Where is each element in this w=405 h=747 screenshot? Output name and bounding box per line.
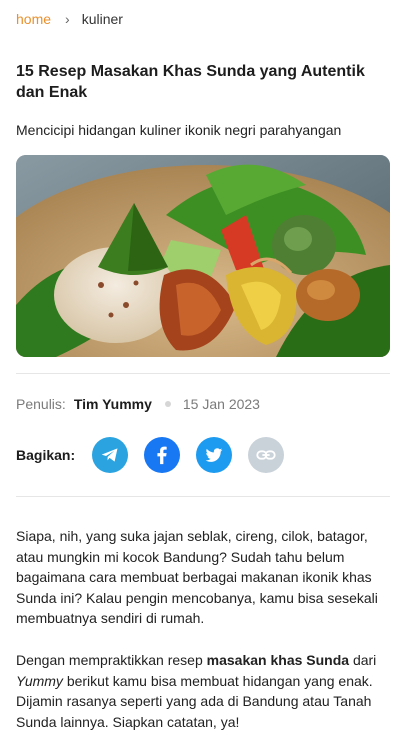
telegram-icon [101,448,118,462]
author-label: Penulis: [16,396,66,412]
twitter-icon [205,448,223,462]
brand-italic: Yummy [16,672,63,689]
share-bar: Bagikan: [16,437,300,473]
link-icon [256,450,276,460]
paragraph-text: berikut kamu bisa membuat hidangan yang … [16,672,373,730]
breadcrumb-separator-icon: › [65,11,70,27]
article-paragraph: Dengan mempraktikkan resep masakan khas … [16,650,390,732]
keyword-bold: masakan khas Sunda [206,652,350,668]
breadcrumb-home-link[interactable]: home [16,11,51,27]
article-title: 15 Resep Masakan Khas Sunda yang Autenti… [16,63,365,101]
divider [16,373,390,374]
nasi-tumpeng-illustration [16,155,390,357]
author-name[interactable]: Tim Yummy [74,396,152,412]
breadcrumb-current-link[interactable]: kuliner [82,11,123,27]
publish-date: 15 Jan 2023 [182,396,260,412]
share-label: Bagikan: [16,447,76,463]
share-facebook-button[interactable] [144,437,181,473]
share-telegram-button[interactable] [92,437,129,473]
paragraph-text: dari [349,652,377,668]
article-page: home › kuliner 15 Resep Masakan Khas Sun… [0,0,405,747]
share-twitter-button[interactable] [196,437,233,473]
hero-image [16,155,390,357]
meta-separator-dot [164,401,171,407]
copy-link-button[interactable] [248,437,285,473]
article-subtitle: Mencicipi hidangan kuliner ikonik negri … [16,122,342,138]
paragraph-text: Dengan mempraktikkan resep [16,652,207,668]
breadcrumb: home › kuliner [16,11,123,27]
facebook-icon [157,446,167,465]
divider [16,496,390,497]
article-paragraph: Siapa, nih, yang suka jajan seblak, cire… [16,528,378,626]
article-meta: Penulis: Tim Yummy 15 Jan 2023 [16,396,260,412]
